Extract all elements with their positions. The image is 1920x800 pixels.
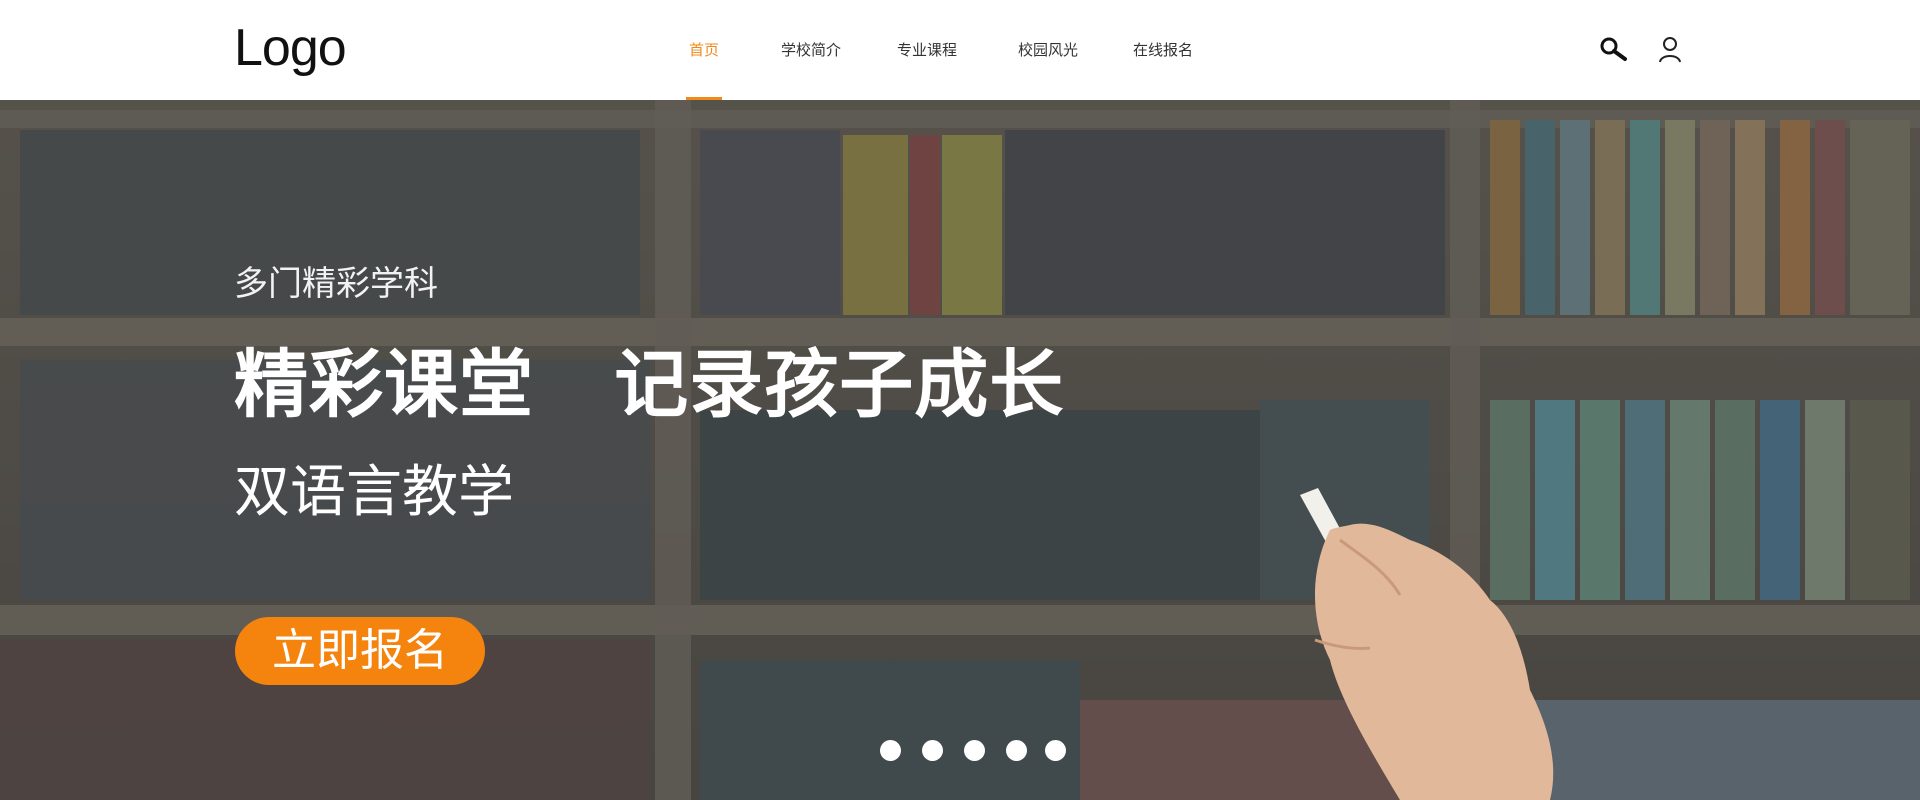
site-header: Logo 首页 学校简介 专业课程 校园风光 在线报名	[0, 0, 1920, 100]
carousel-dot-4[interactable]	[1006, 740, 1027, 761]
carousel-dot-3[interactable]	[964, 740, 985, 761]
nav-item-campus[interactable]: 校园风光	[1015, 0, 1081, 100]
carousel-dot-2[interactable]	[922, 740, 943, 761]
carousel-dot-5[interactable]	[1045, 740, 1066, 761]
carousel-dots	[0, 740, 1920, 764]
hero-tagline: 双语言教学	[234, 460, 514, 525]
main-nav: 首页 学校简介 专业课程 校园风光 在线报名	[0, 0, 1920, 100]
signup-now-button[interactable]: 立即报名	[235, 617, 485, 685]
hero-title: 精彩课堂 记录孩子成长	[234, 342, 1065, 428]
hero-subtitle: 多门精彩学科	[234, 264, 438, 304]
search-icon[interactable]	[1598, 35, 1628, 65]
nav-item-signup[interactable]: 在线报名	[1130, 0, 1196, 100]
user-icon[interactable]	[1655, 35, 1685, 65]
bookshelf-background	[0, 100, 1920, 800]
nav-item-courses[interactable]: 专业课程	[894, 0, 960, 100]
nav-item-home[interactable]: 首页	[686, 0, 722, 100]
nav-item-about[interactable]: 学校简介	[778, 0, 844, 100]
hero-banner: 多门精彩学科 精彩课堂 记录孩子成长 双语言教学 立即报名	[0, 100, 1920, 800]
carousel-dot-1[interactable]	[880, 740, 901, 761]
